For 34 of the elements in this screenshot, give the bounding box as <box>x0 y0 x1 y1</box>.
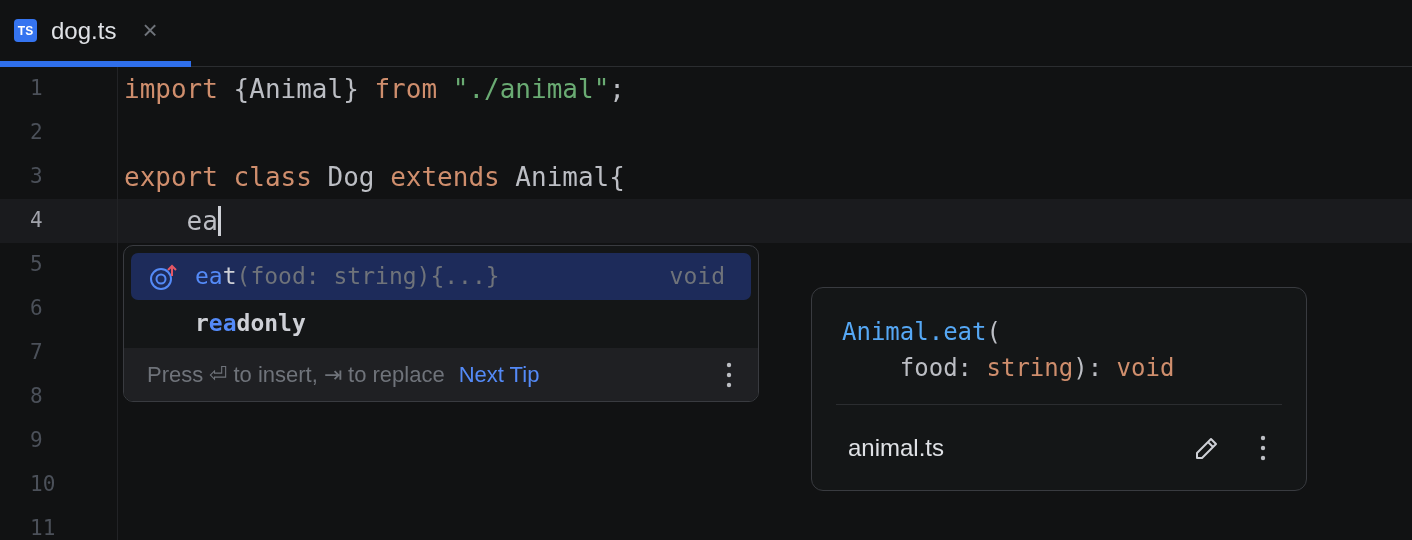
signature-line: Animal.eat( <box>841 317 1002 348</box>
code-line: import {Animal} from "./animal"; <box>124 73 625 106</box>
line-number: 11 <box>30 515 56 540</box>
line-number: 3 <box>30 163 43 191</box>
line-number: 7 <box>30 339 43 367</box>
more-icon[interactable] <box>1260 435 1266 461</box>
pencil-icon[interactable] <box>1194 435 1220 461</box>
line-number: 10 <box>30 471 56 499</box>
signature-line: food: string): void <box>898 353 1176 384</box>
line-number: 9 <box>30 427 43 455</box>
text-cursor <box>217 206 221 236</box>
close-icon[interactable]: × <box>142 11 158 50</box>
line-number: 2 <box>30 119 43 147</box>
next-tip-link[interactable]: Next Tip <box>458 358 540 391</box>
completion-label: readonly <box>195 309 306 339</box>
code-line: export class Dog extends Animal{ <box>124 161 625 194</box>
completion-item[interactable]: eat(food: string){...} void <box>131 253 751 300</box>
line-number: 5 <box>30 251 43 279</box>
line-number: 8 <box>30 383 43 411</box>
editor-tab[interactable]: TS dog.ts × <box>0 0 191 67</box>
line-number: 4 <box>30 207 43 235</box>
tab-title: dog.ts <box>51 15 117 46</box>
more-icon[interactable] <box>726 361 732 388</box>
file-name[interactable]: animal.ts <box>848 430 945 466</box>
completion-signature: (food: string){...} <box>236 262 500 292</box>
hint-text: Press ⏎ to insert, ⇥ to replace <box>147 361 445 389</box>
method-icon <box>147 263 179 290</box>
code-line: ea <box>185 205 218 238</box>
return-type: void <box>669 262 725 292</box>
line-number: 1 <box>30 75 43 103</box>
typescript-file-icon: TS <box>14 19 37 42</box>
completion-item[interactable]: readonly <box>131 300 751 347</box>
line-number: 6 <box>30 295 43 323</box>
completion-label: eat <box>195 262 237 292</box>
